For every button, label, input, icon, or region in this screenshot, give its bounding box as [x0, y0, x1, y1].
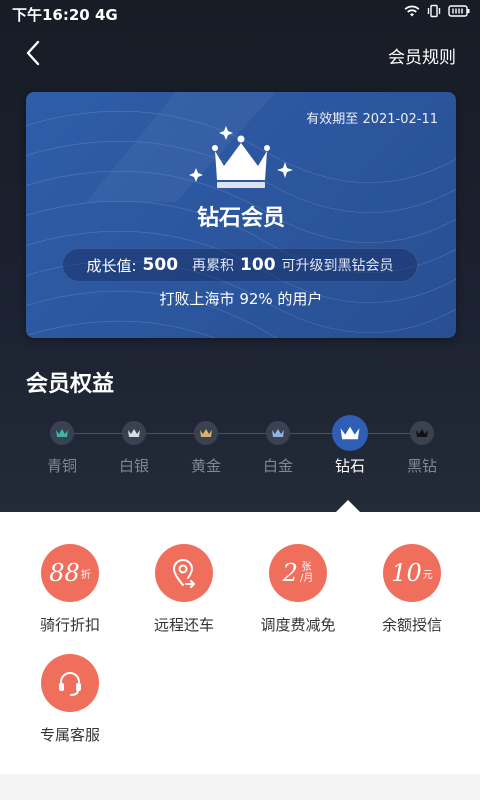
- accumulate-value: 100: [240, 255, 276, 275]
- discount-badge-icon: 88 折: [41, 544, 99, 602]
- wifi-icon: [404, 5, 420, 17]
- benefit-ride-discount[interactable]: 88 折 骑行折扣: [10, 544, 130, 635]
- level-tab-gold[interactable]: 黄金: [170, 414, 242, 476]
- growth-value: 500: [142, 255, 179, 275]
- crown-icon: [272, 429, 284, 437]
- level-tab-platinum[interactable]: 白金: [242, 414, 314, 476]
- section-title: 会员权益: [26, 372, 115, 397]
- vibrate-icon: [427, 4, 441, 18]
- back-button[interactable]: [18, 38, 48, 68]
- rank-text: 打败上海市 92% 的用户: [159, 290, 323, 308]
- member-rules-link[interactable]: 会员规则: [388, 43, 456, 68]
- nav-bar: 会员规则: [0, 26, 480, 82]
- level-tab-bronze[interactable]: 青铜: [26, 414, 98, 476]
- benefits-panel: 88 折 骑行折扣 远程还车 2 张 /月 调度费减免 10 元 余额授信 专属…: [0, 512, 480, 774]
- status-bar: 下午16:20 4G: [0, 0, 480, 26]
- benefit-dedicated-service[interactable]: 专属客服: [10, 654, 130, 745]
- level-tab-silver[interactable]: 白银: [98, 414, 170, 476]
- growth-info: 成长值: 500 再累积 100 可升级到黑钻会员: [62, 248, 418, 282]
- expiry-date: 有效期至 2021-02-11: [306, 112, 438, 127]
- selected-level-pointer: [336, 500, 360, 512]
- level-tab-black-diamond[interactable]: 黑钻: [386, 414, 458, 476]
- chevron-left-icon: [26, 40, 40, 66]
- ticket-badge-icon: 2 张 /月: [269, 544, 327, 602]
- location-return-icon: [155, 544, 213, 602]
- status-time: 下午16:20 4G: [12, 6, 118, 24]
- crown-icon: [56, 429, 68, 437]
- crown-icon: [416, 429, 428, 437]
- level-selector: 青铜 白银 黄金 白金 钻石 黑钻: [26, 414, 456, 484]
- level-tab-diamond[interactable]: 钻石: [314, 414, 386, 476]
- crown-icon: [200, 429, 212, 437]
- crown-emblem: [186, 122, 296, 190]
- benefit-dispatch-fee-waiver[interactable]: 2 张 /月 调度费减免: [238, 544, 358, 635]
- headset-icon: [41, 654, 99, 712]
- membership-card: 有效期至 2021-02-11 钻石会员 成长值: 500 再累积 100 可升…: [26, 92, 456, 338]
- credit-badge-icon: 10 元: [383, 544, 441, 602]
- benefit-balance-credit[interactable]: 10 元 余额授信: [352, 544, 472, 635]
- member-level-title: 钻石会员: [196, 206, 285, 231]
- header-background: 下午16:20 4G 会员规则 有效期至 2021-02-11 钻石会员 成长值…: [0, 0, 480, 512]
- benefit-remote-return[interactable]: 远程还车: [124, 544, 244, 635]
- crown-icon: [189, 126, 293, 188]
- crown-icon: [128, 429, 140, 437]
- battery-icon: [448, 5, 470, 17]
- crown-icon: [340, 426, 360, 440]
- status-icons: [404, 4, 470, 18]
